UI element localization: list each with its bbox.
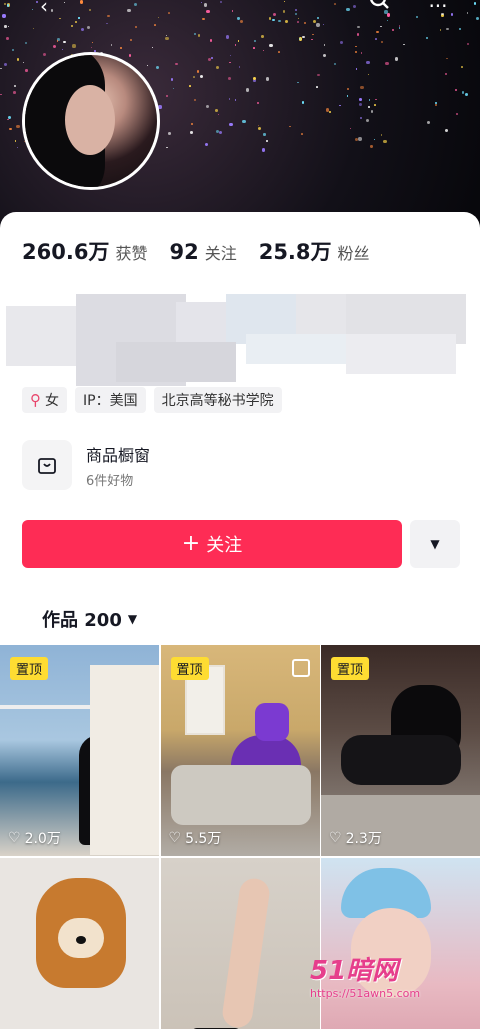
heart-icon: ♡	[168, 830, 182, 846]
tab-works[interactable]: 作品 200 ▼	[42, 606, 137, 632]
followers-label[interactable]: 粉丝	[338, 240, 370, 264]
avatar[interactable]	[22, 52, 160, 190]
shop-title: 商品橱窗	[86, 445, 151, 465]
heart-icon: ♡	[8, 830, 21, 846]
video-tile[interactable]	[0, 858, 159, 1029]
like-count: ♡ 2.0万	[8, 830, 61, 847]
gender-label: 女	[45, 393, 59, 409]
school-label: 北京高等秘书学院	[161, 393, 274, 409]
more-options-button[interactable]: ▼	[410, 520, 460, 568]
caret-down-icon: ▼	[127, 612, 138, 626]
shop-window[interactable]: 商品橱窗 6件好物	[22, 440, 150, 490]
blurred-bio	[6, 294, 466, 388]
follow-label: 关注	[206, 535, 243, 556]
following-label[interactable]: 关注	[205, 240, 237, 264]
search-icon[interactable]	[366, 0, 394, 18]
triangle-down-icon: ▼	[430, 537, 440, 551]
watermark-url: https://51awn5.com	[310, 987, 421, 1000]
following-count: 92	[169, 240, 199, 264]
ip-tag: IP：美国	[75, 387, 146, 413]
profile-card: 260.6万 获赞 92 关注 25.8万 粉丝 ⚲ 女 IP：美国 北京高等秘…	[0, 212, 480, 652]
pinned-badge: 置顶	[331, 657, 370, 680]
gender-tag: ⚲ 女	[22, 387, 67, 413]
plus-icon: +	[181, 531, 201, 556]
follow-button[interactable]: + 关注	[22, 520, 402, 568]
tags-row: ⚲ 女 IP：美国 北京高等秘书学院	[22, 387, 282, 413]
back-icon[interactable]: ‹	[30, 0, 58, 18]
video-tile[interactable]	[160, 858, 320, 1029]
ip-label: IP：美国	[83, 393, 138, 409]
shop-subtitle: 6件好物	[86, 473, 134, 489]
followers-count: 25.8万	[258, 240, 332, 264]
video-tile[interactable]: 置顶 ♡ 2.3万	[321, 645, 480, 856]
watermark: 51暗网 https://51awn5.com	[310, 950, 470, 1020]
more-icon[interactable]: ···	[424, 0, 452, 18]
venus-icon: ⚲	[30, 391, 41, 409]
shopping-bag-icon	[22, 440, 72, 490]
school-tag[interactable]: 北京高等秘书学院	[153, 387, 282, 413]
heart-icon: ♡	[329, 830, 342, 846]
multi-image-icon	[291, 659, 310, 677]
stats-row: 260.6万 获赞 92 关注 25.8万 粉丝	[22, 236, 392, 266]
like-count: ♡ 2.3万	[329, 830, 382, 847]
pinned-badge: 置顶	[170, 657, 209, 680]
video-tile[interactable]: 置顶 ♡ 5.5万	[160, 645, 320, 856]
watermark-logo: 51暗网	[310, 956, 399, 986]
likes-label[interactable]: 获赞	[115, 240, 147, 264]
pinned-badge: 置顶	[10, 657, 49, 680]
video-tile[interactable]: 置顶 ♡ 2.0万	[0, 645, 159, 856]
like-count: ♡ 5.5万	[168, 830, 222, 847]
works-tab-label: 作品 200	[42, 610, 122, 631]
likes-count: 260.6万	[22, 240, 110, 264]
